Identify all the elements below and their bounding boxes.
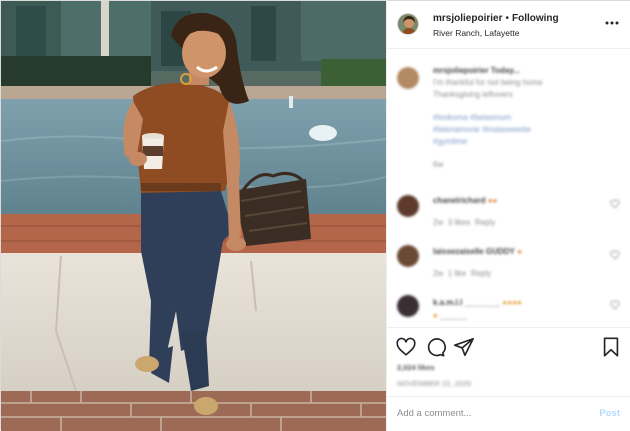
comment-avatar[interactable] <box>397 245 419 267</box>
comment-like-icon[interactable] <box>610 199 620 209</box>
likes-count[interactable]: 2,024 likes <box>397 363 435 372</box>
comment-avatar[interactable] <box>397 295 419 317</box>
comment-meta: 2w 3 likes Reply <box>433 218 496 227</box>
comment-text: k.a.m.l.l ________ ●●●● <box>433 298 522 307</box>
bookmark-icon[interactable] <box>600 336 622 358</box>
user-line: mrsjoliepoirier • Following <box>433 13 559 24</box>
add-comment-bar: Add a comment... Post <box>387 396 630 431</box>
comments-list[interactable]: mrsjoliepoirier Today... I'm thankful fo… <box>387 50 630 326</box>
comment-text-2: ● ______ <box>433 311 467 320</box>
following-button[interactable]: Following <box>512 13 559 24</box>
post-photo[interactable] <box>1 1 386 431</box>
post-header: mrsjoliepoirier • Following River Ranch, L… <box>387 1 630 49</box>
comment-meta: 2w 1 like Reply <box>433 269 492 278</box>
caption-line-1: mrsjoliepoirier Today... <box>433 66 520 75</box>
author-avatar[interactable] <box>397 13 419 35</box>
post-comment-button[interactable]: Post <box>599 408 620 419</box>
more-horizontal-icon[interactable] <box>604 15 620 31</box>
comment-like-icon[interactable] <box>610 250 620 260</box>
post-date: NOVEMBER 22, 2020 <box>397 379 472 388</box>
post-side-panel: mrsjoliepoirier • Following River Ranch, L… <box>386 1 630 431</box>
separator-dot: • <box>505 13 509 24</box>
instagram-post: mrsjoliepoirier • Following River Ranch, L… <box>0 0 630 431</box>
comment-icon[interactable] <box>424 336 446 358</box>
caption-time: 6w <box>433 160 444 169</box>
comment-text: laissezaiselle GUDDY ● <box>433 247 522 256</box>
caption-avatar[interactable] <box>397 67 419 89</box>
post-location[interactable]: River Ranch, Lafayette <box>433 28 519 38</box>
comment-like-icon[interactable] <box>610 300 620 310</box>
share-icon[interactable] <box>453 336 475 358</box>
comment-avatar[interactable] <box>397 195 419 217</box>
add-comment-input[interactable]: Add a comment... <box>397 408 471 419</box>
comment-text: chanelrichard ●● <box>433 196 498 205</box>
caption-line-2: I'm thankful for not being home <box>433 78 543 87</box>
author-avatar-image <box>398 14 418 34</box>
post-actions <box>387 327 630 361</box>
author-username[interactable]: mrsjoliepoirier <box>433 13 502 24</box>
caption-line-3: Thanksgiving leftovers <box>433 90 513 99</box>
photo-illustration <box>1 1 386 431</box>
heart-icon[interactable] <box>395 336 417 358</box>
caption-hashtags-2[interactable]: #latenamorar #instasweetie <box>433 125 531 134</box>
caption-hashtags-1[interactable]: #lookoma #belasmum <box>433 113 511 122</box>
caption-hashtags-3[interactable]: #gymlime <box>433 137 467 146</box>
